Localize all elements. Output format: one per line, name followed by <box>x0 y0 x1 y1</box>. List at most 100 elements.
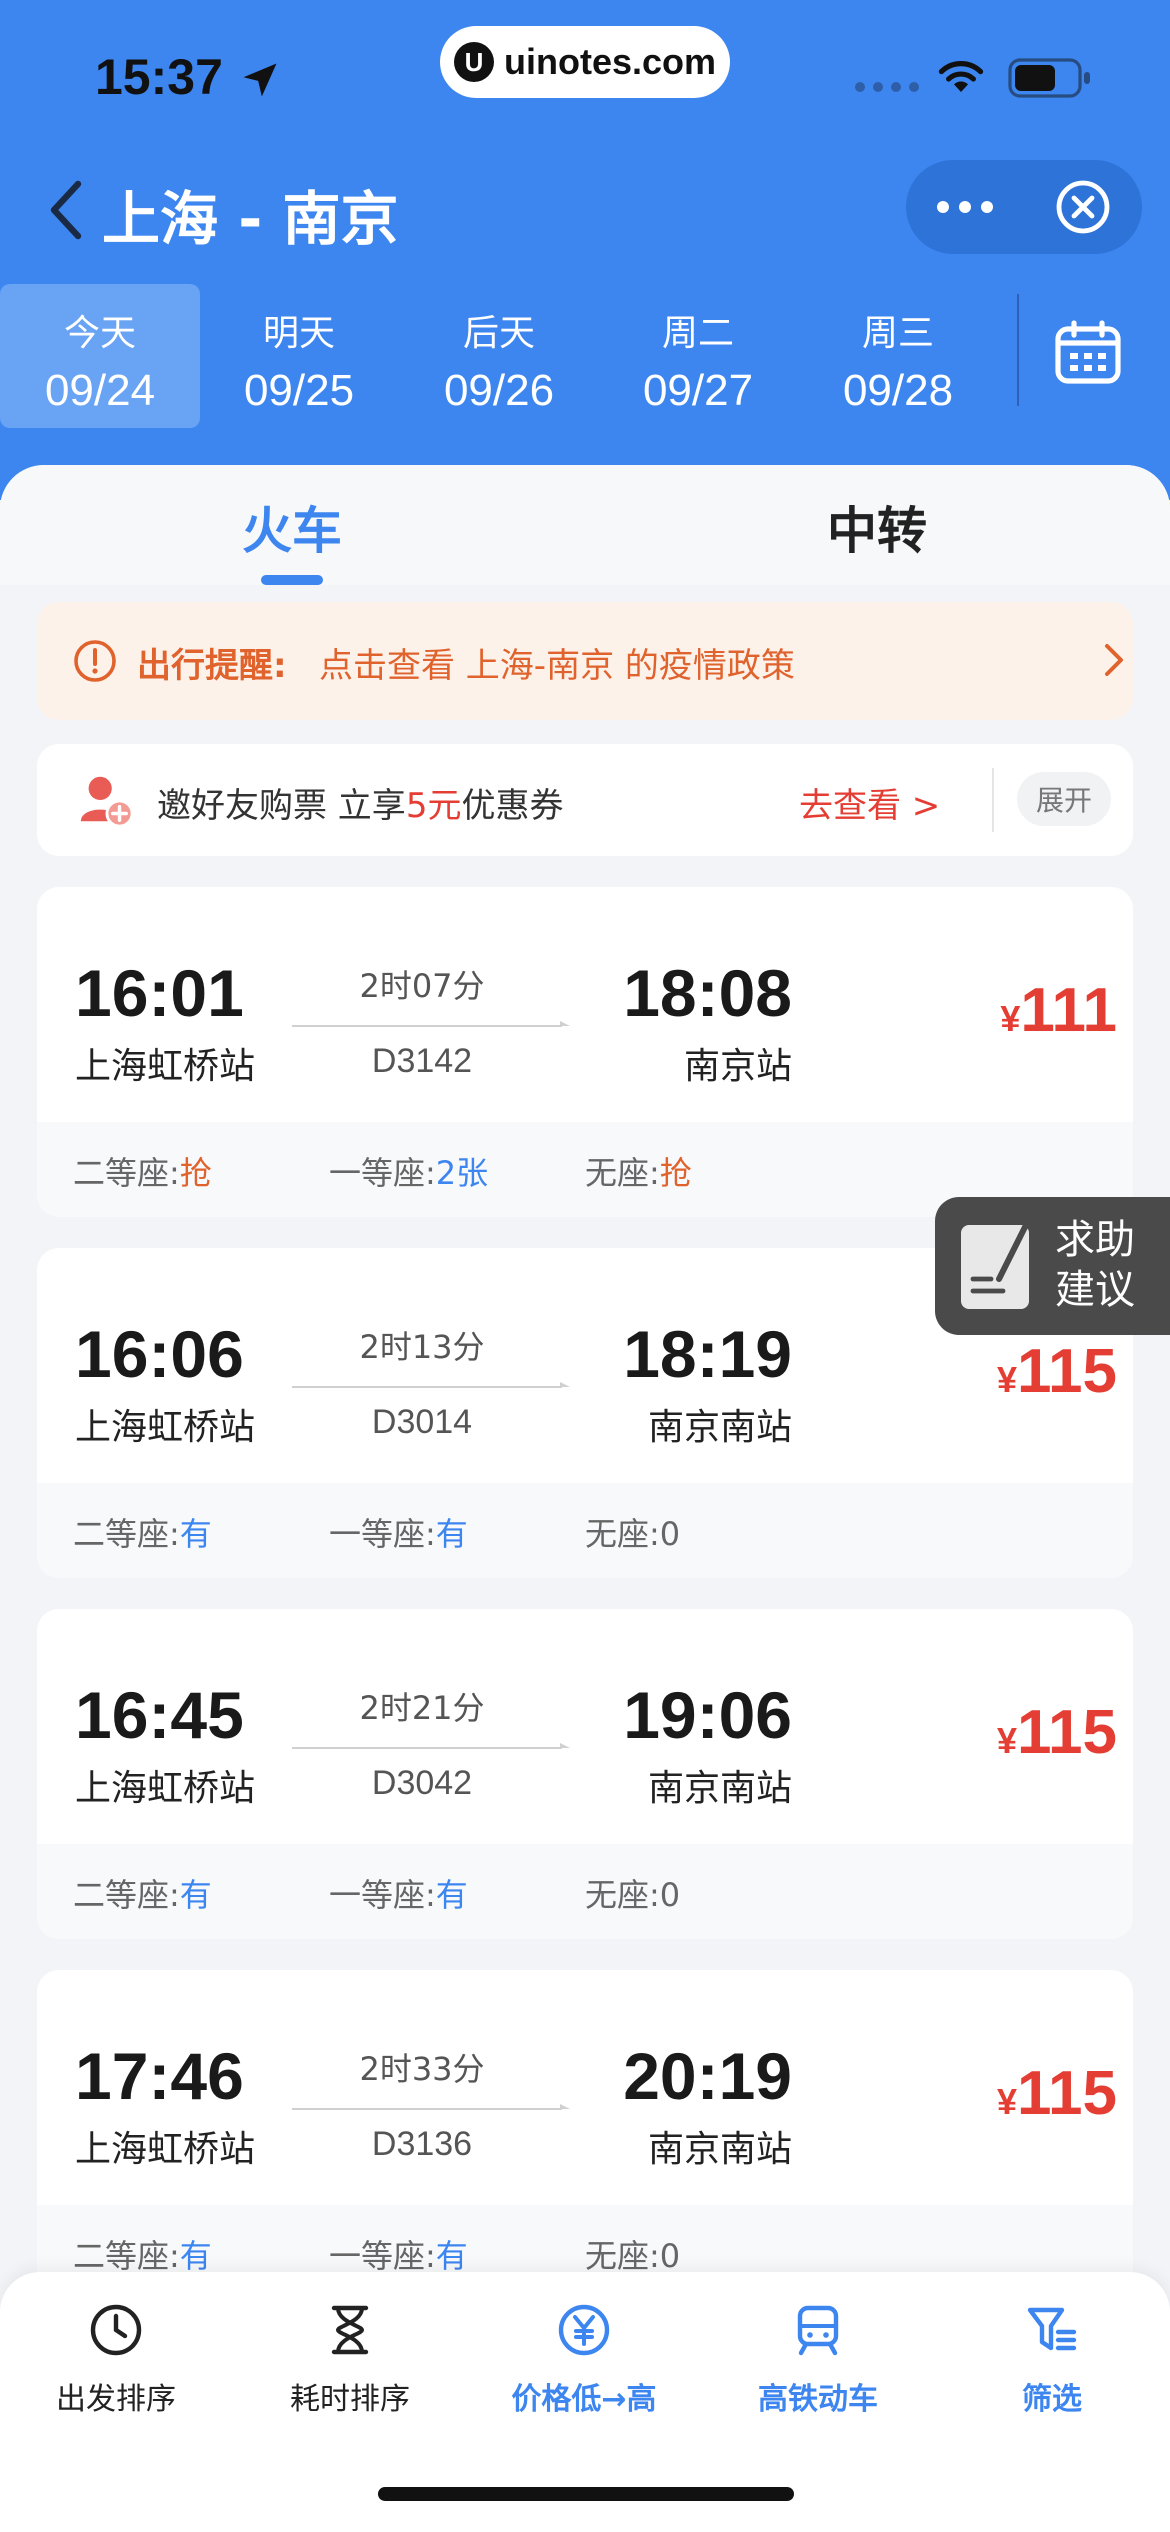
trip-duration: 2时07分 <box>359 967 485 1005</box>
departure-station: 上海虹桥站 <box>75 1768 256 1809</box>
train-card[interactable]: 17:46 上海虹桥站 2时33分 D3136 20:19 南京南站 ¥115 … <box>37 1970 1133 2300</box>
departure-station: 上海虹桥站 <box>75 2129 256 2170</box>
filter-button[interactable]: 筛选 <box>952 2302 1152 2418</box>
status-bar: 15:37 U uinotes.com <box>0 0 1170 150</box>
date-day-label: 今天 <box>63 313 136 354</box>
help-label: 求助 建议 <box>1055 1215 1135 1315</box>
ticket-price: ¥115 <box>917 1697 1117 1768</box>
invite-divider <box>992 768 994 832</box>
price-amount: 111 <box>1020 976 1117 1045</box>
price-amount: 115 <box>1016 2059 1117 2128</box>
seat-availability-row: 二等座:有 一等座:有 无座:0 <box>37 1844 1133 1939</box>
sort-by-departure-button[interactable]: 出发排序 <box>16 2302 216 2418</box>
journey-arrow-icon <box>292 1382 570 1388</box>
seat-label: 二等座: <box>73 1515 180 1553</box>
invite-highlight: 5元 <box>405 786 462 826</box>
seat-second-class: 二等座:有 <box>73 1870 212 1916</box>
seat-label: 一等座: <box>329 1154 436 1192</box>
date-tab-3[interactable]: 周二 09/27 <box>598 284 798 428</box>
alert-circle-icon <box>74 640 116 682</box>
expand-button[interactable]: 展开 <box>1017 772 1111 826</box>
seat-first-class: 一等座:有 <box>329 1509 468 1555</box>
bottom-bar-label: 筛选 <box>1022 2382 1082 2417</box>
ticket-price: ¥111 <box>917 975 1117 1046</box>
invite-banner: 邀好友购票 立享5元优惠券 去查看 > 展开 <box>37 744 1133 856</box>
seat-label: 一等座: <box>329 1515 436 1553</box>
notice-text: 点击查看 上海-南京 的疫情政策 <box>319 646 795 686</box>
date-day-label: 周二 <box>661 313 734 354</box>
clock-icon <box>90 2304 142 2356</box>
seat-value: 有 <box>179 1515 212 1553</box>
yuan-icon <box>558 2304 610 2356</box>
invite-view-link[interactable]: 去查看 > <box>799 778 940 827</box>
train-icon <box>797 2305 839 2356</box>
travel-notice-banner[interactable]: 出行提醒: 点击查看 上海-南京 的疫情政策 <box>37 602 1133 720</box>
back-icon[interactable] <box>42 178 92 242</box>
bottom-bar-label: 出发排序 <box>56 2382 176 2417</box>
seat-value: 0 <box>659 1876 681 1914</box>
arrival-time: 20:19 <box>623 2039 792 2113</box>
chevron-right-icon <box>1105 644 1123 676</box>
date-value-label: 09/28 <box>842 366 954 415</box>
seat-label: 二等座: <box>73 2237 180 2275</box>
location-arrow-icon <box>243 63 277 97</box>
departure-time: 17:46 <box>75 2039 244 2113</box>
date-day-label: 明天 <box>262 313 335 354</box>
nav-bar: 上海 - 南京 <box>0 150 1170 260</box>
calendar-icon[interactable] <box>1054 319 1122 385</box>
date-tab-0[interactable]: 今天 09/24 <box>0 284 200 428</box>
arrival-station: 南京南站 <box>647 1768 792 1809</box>
date-divider <box>1017 294 1019 406</box>
high-speed-filter-button[interactable]: 高铁动车 <box>718 2302 918 2418</box>
help-suggestion-button[interactable]: 求助 建议 <box>935 1197 1170 1335</box>
watermark-text: uinotes.com <box>503 41 717 82</box>
train-number: D3142 <box>371 1042 473 1080</box>
ticket-price: ¥115 <box>917 2058 1117 2129</box>
help-line-2: 建议 <box>1055 1267 1135 1313</box>
departure-time: 16:45 <box>75 1678 244 1752</box>
journey-arrow-icon <box>292 2104 570 2110</box>
journey-arrow-icon <box>292 1743 570 1749</box>
main-panel: 火车 中转 出行提醒: 点击查看 上海-南京 的疫情政策 邀好友购票 立享5元优… <box>0 465 1170 2532</box>
seat-second-class: 二等座:有 <box>73 2231 212 2277</box>
price-currency: ¥ <box>996 2081 1017 2122</box>
trip-duration: 2时13分 <box>359 1328 485 1366</box>
wifi-icon <box>938 61 984 92</box>
seat-value: 有 <box>179 1876 212 1914</box>
date-tab-2[interactable]: 后天 09/26 <box>399 284 599 428</box>
battery-icon <box>1008 58 1090 98</box>
seat-no-seat: 无座:0 <box>585 1509 680 1555</box>
train-number: D3014 <box>371 1403 473 1441</box>
seat-no-seat: 无座:抢 <box>585 1148 692 1194</box>
date-value-label: 09/25 <box>243 366 355 415</box>
invite-text-before: 邀好友购票 立享 <box>157 786 406 826</box>
sort-by-duration-button[interactable]: 耗时排序 <box>250 2302 450 2418</box>
departure-time: 16:06 <box>75 1317 244 1391</box>
date-day-label: 后天 <box>462 313 535 354</box>
seat-value: 有 <box>435 1515 468 1553</box>
invite-text: 邀好友购票 立享5元优惠券 <box>157 778 563 827</box>
seat-value: 有 <box>435 2237 468 2275</box>
seat-value: 0 <box>659 2237 681 2275</box>
price-currency: ¥ <box>1000 998 1021 1039</box>
ticket-price: ¥115 <box>917 1336 1117 1407</box>
sort-by-price-button[interactable]: 价格低→高 <box>484 2302 684 2418</box>
date-tab-1[interactable]: 明天 09/25 <box>199 284 399 428</box>
mode-tabs: 火车 中转 <box>0 465 1170 585</box>
seat-label: 一等座: <box>329 1876 436 1914</box>
home-indicator[interactable] <box>378 2487 794 2501</box>
train-card[interactable]: 16:01 上海虹桥站 2时07分 D3142 18:08 南京站 ¥111 二… <box>37 887 1133 1217</box>
date-tab-4[interactable]: 周三 09/28 <box>798 284 998 428</box>
seat-label: 无座: <box>585 1876 660 1914</box>
train-card[interactable]: 16:45 上海虹桥站 2时21分 D3042 19:06 南京南站 ¥115 … <box>37 1609 1133 1939</box>
seat-label: 无座: <box>585 1515 660 1553</box>
seat-first-class: 一等座:有 <box>329 1870 468 1916</box>
close-button[interactable] <box>1024 160 1142 254</box>
seat-availability-row: 二等座:有 一等座:有 无座:0 <box>37 1483 1133 1578</box>
departure-station: 上海虹桥站 <box>75 1407 256 1448</box>
more-button[interactable] <box>906 160 1024 254</box>
train-number: D3136 <box>371 2125 473 2163</box>
bottom-bar-label: 高铁动车 <box>758 2382 878 2417</box>
tab-train[interactable]: 火车 <box>242 491 342 563</box>
tab-transfer[interactable]: 中转 <box>827 491 927 563</box>
